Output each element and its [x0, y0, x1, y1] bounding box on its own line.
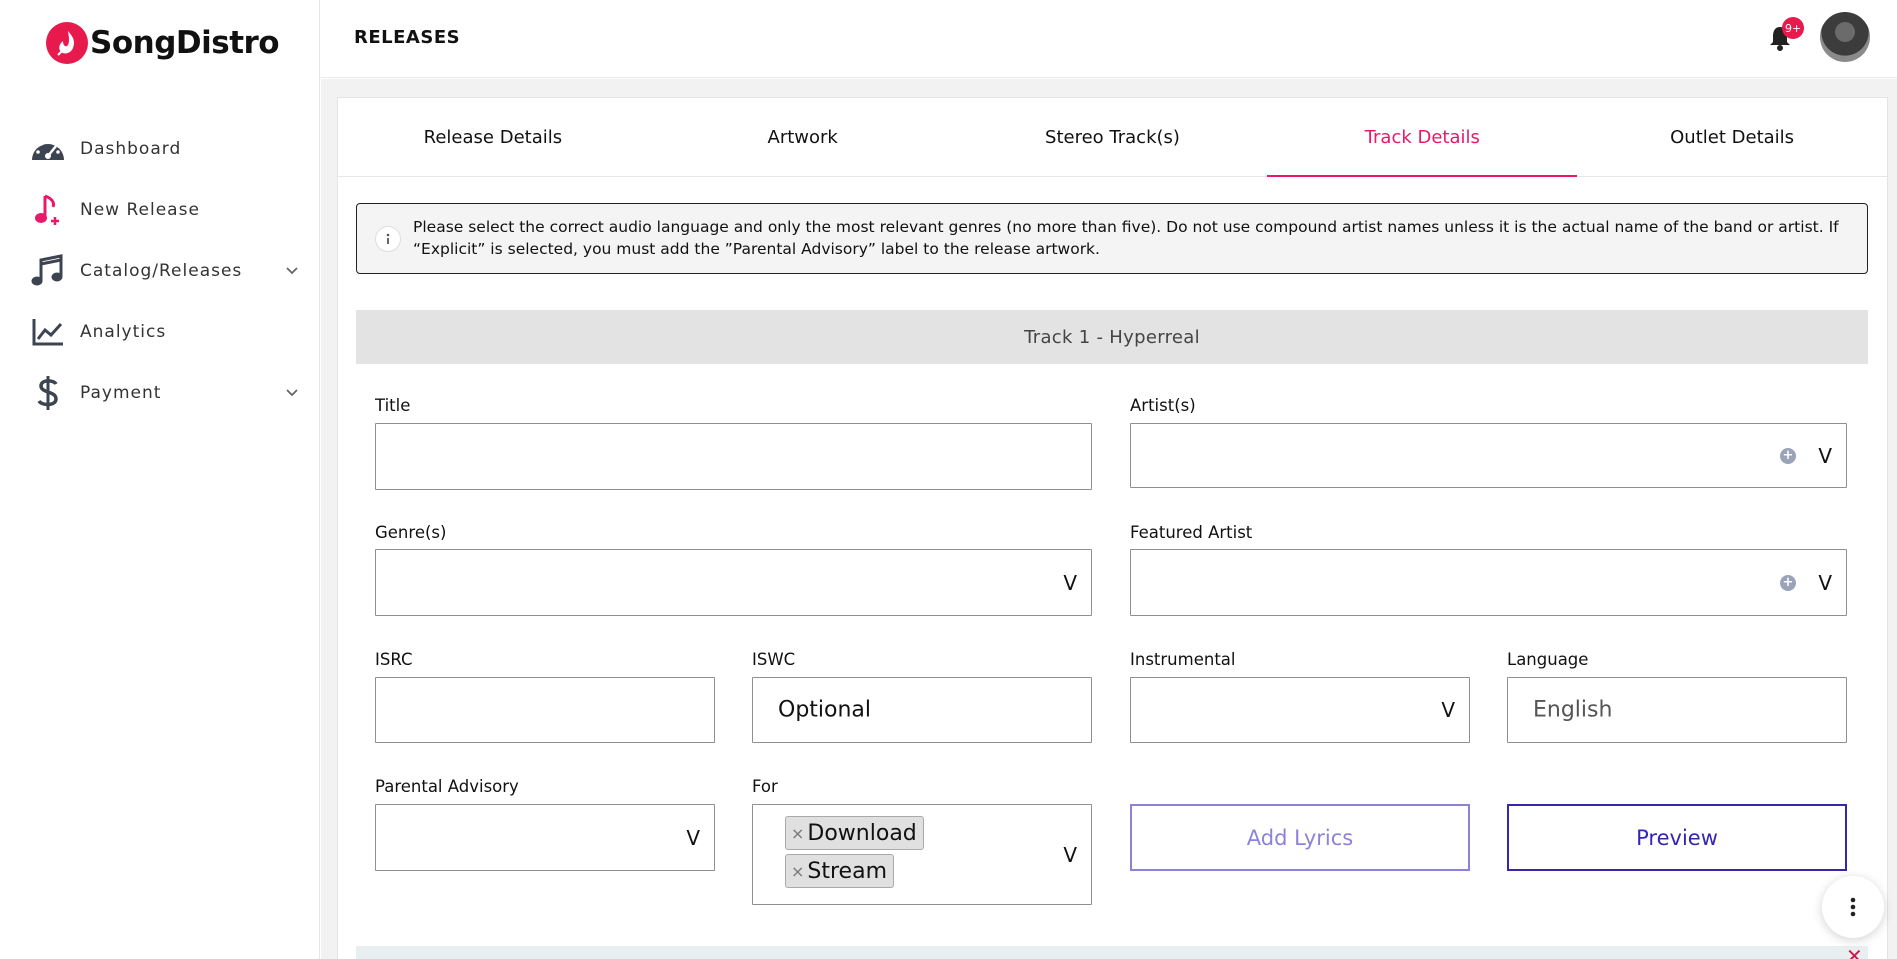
gauge-icon: [30, 131, 66, 167]
music-note-plus-icon: [30, 192, 66, 228]
parental-advisory-select[interactable]: V: [375, 804, 715, 871]
chevron-down-icon[interactable]: V: [1818, 444, 1832, 468]
language-value: English: [1533, 697, 1613, 723]
for-multiselect[interactable]: × Download × Stream V: [752, 804, 1092, 905]
parental-advisory-label: Parental Advisory: [375, 777, 519, 796]
language-label: Language: [1507, 650, 1589, 669]
logo[interactable]: SongDistro: [46, 22, 280, 64]
iswc-input[interactable]: Optional: [752, 677, 1092, 743]
language-input[interactable]: English: [1507, 677, 1847, 743]
for-label: For: [752, 777, 778, 796]
chevron-down-icon[interactable]: V: [1818, 571, 1832, 595]
track-details-card: Release Details Artwork Stereo Track(s) …: [337, 97, 1888, 959]
sidebar-item-label: Analytics: [80, 321, 167, 342]
chart-line-icon: [30, 314, 66, 350]
genres-select[interactable]: V: [375, 549, 1092, 616]
add-artist-icon[interactable]: +: [1780, 447, 1796, 464]
remove-chip-icon[interactable]: ×: [791, 824, 804, 843]
chip-download: × Download: [785, 816, 924, 850]
track-header: Track 1 - Hyperreal: [356, 310, 1868, 364]
notice-text: Please select the correct audio language…: [413, 218, 1839, 258]
isrc-input[interactable]: [375, 677, 715, 743]
artists-select[interactable]: + V: [1130, 423, 1847, 488]
more-options-button[interactable]: [1822, 876, 1884, 938]
iswc-label: ISWC: [752, 650, 796, 669]
tab-stereo-tracks[interactable]: Stereo Track(s): [958, 98, 1268, 176]
remove-chip-icon[interactable]: ×: [791, 862, 804, 881]
sidebar: SongDistro Dashboard New Release Catalog…: [0, 0, 320, 959]
chip-label: Stream: [807, 858, 888, 884]
avatar[interactable]: [1820, 12, 1870, 62]
brand-name: SongDistro: [90, 25, 280, 61]
sidebar-item-dashboard[interactable]: Dashboard: [0, 118, 320, 179]
chevron-down-icon[interactable]: V: [1063, 571, 1077, 595]
title-input[interactable]: [375, 423, 1092, 490]
top-bar: RELEASES 9+: [320, 0, 1897, 78]
add-featured-artist-icon[interactable]: +: [1780, 574, 1796, 591]
sidebar-item-new-release[interactable]: New Release: [0, 179, 320, 240]
notification-badge: 9+: [1782, 17, 1805, 39]
chevron-down-icon[interactable]: [284, 262, 300, 278]
tab-track-details[interactable]: Track Details: [1267, 98, 1577, 177]
close-icon[interactable]: ✕: [1846, 944, 1863, 959]
step-tabs: Release Details Artwork Stereo Track(s) …: [338, 98, 1887, 177]
sidebar-item-label: Dashboard: [80, 138, 182, 159]
genres-label: Genre(s): [375, 523, 447, 542]
artists-label: Artist(s): [1130, 396, 1196, 415]
tab-outlet-details[interactable]: Outlet Details: [1577, 98, 1887, 176]
sidebar-item-payment[interactable]: Payment: [0, 362, 320, 423]
chevron-down-icon[interactable]: V: [1063, 843, 1077, 867]
info-icon: [375, 226, 401, 252]
instrumental-select[interactable]: V: [1130, 677, 1470, 743]
chevron-down-icon[interactable]: V: [686, 826, 700, 850]
page-title: RELEASES: [354, 27, 461, 48]
title-label: Title: [375, 396, 411, 415]
dollar-icon: [30, 375, 66, 411]
sidebar-nav: Dashboard New Release Catalog/Releases A…: [0, 118, 320, 423]
featured-artist-select[interactable]: + V: [1130, 549, 1847, 616]
chevron-down-icon[interactable]: V: [1441, 698, 1455, 722]
sidebar-item-label: Payment: [80, 382, 162, 403]
sidebar-item-label: Catalog/Releases: [80, 260, 243, 281]
sidebar-item-catalog-releases[interactable]: Catalog/Releases: [0, 240, 320, 301]
chip-label: Download: [807, 820, 917, 846]
sidebar-item-analytics[interactable]: Analytics: [0, 301, 320, 362]
info-notice: Please select the correct audio language…: [356, 203, 1868, 274]
chip-stream: × Stream: [785, 854, 895, 888]
featured-artist-label: Featured Artist: [1130, 523, 1253, 542]
flame-logo-icon: [46, 22, 88, 64]
chevron-down-icon[interactable]: [284, 384, 300, 400]
tab-artwork[interactable]: Artwork: [648, 98, 958, 176]
music-notes-icon: [30, 253, 66, 289]
instrumental-label: Instrumental: [1130, 650, 1236, 669]
preview-button[interactable]: Preview: [1507, 804, 1847, 871]
add-lyrics-button[interactable]: Add Lyrics: [1130, 804, 1470, 871]
next-track-header: [356, 946, 1868, 959]
tab-release-details[interactable]: Release Details: [338, 98, 648, 176]
isrc-label: ISRC: [375, 650, 413, 669]
sidebar-item-label: New Release: [80, 199, 200, 220]
iswc-placeholder: Optional: [778, 697, 872, 723]
more-vertical-icon: [1850, 897, 1856, 917]
